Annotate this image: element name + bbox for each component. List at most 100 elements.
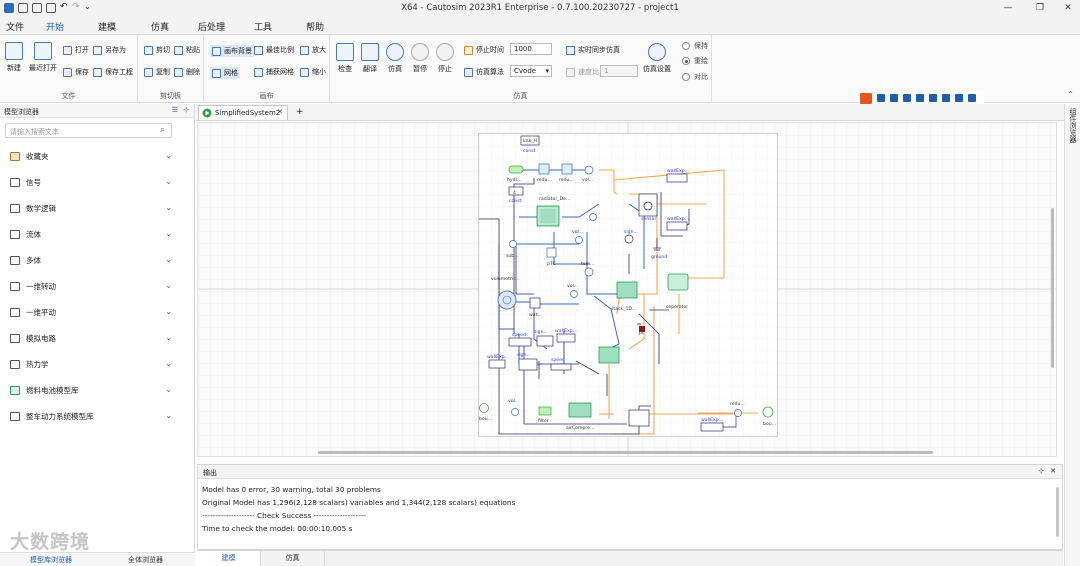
filter-block[interactable] — [538, 406, 552, 416]
document-tab[interactable]: SimplifiedSystem2 ✕ — [198, 105, 288, 120]
pin-icon[interactable]: ⊹ — [1038, 467, 1044, 475]
realtime-sync-button[interactable]: 实时同步仿真 — [566, 45, 620, 55]
library-item-signal[interactable]: 信号 ⌄ — [10, 172, 172, 192]
collapse-ribbon-icon[interactable]: ⌃ — [1067, 90, 1074, 99]
component-browser-tab[interactable]: 组件浏览器 — [1068, 108, 1078, 143]
ime-cn-icon[interactable] — [877, 94, 885, 102]
volume-2[interactable] — [589, 213, 597, 221]
speed-block-2[interactable] — [550, 363, 572, 371]
canvas-vertical-scrollbar[interactable] — [1051, 208, 1054, 368]
menu-modeling[interactable]: 建模 — [98, 20, 116, 33]
pin-icon[interactable]: ⊹ — [183, 106, 189, 114]
ime-keyboard-icon[interactable] — [916, 94, 924, 102]
tab-all-browser[interactable]: 全体浏览器 — [128, 555, 163, 565]
speed-ratio-input[interactable]: 1 — [600, 65, 638, 77]
delete-button[interactable]: 删除 — [174, 67, 200, 77]
save-as-button[interactable]: 另存为 — [93, 45, 126, 55]
library-item-fuelcell[interactable]: 燃料电池模型库 ⌄ — [10, 380, 172, 400]
zoom-in-button[interactable]: 放大 — [300, 45, 326, 55]
new-button[interactable]: 新建 — [5, 42, 23, 73]
reducer-2[interactable] — [561, 163, 573, 175]
stop-button[interactable]: 停止 — [436, 43, 454, 74]
zoom-out-button[interactable]: 缩小 — [300, 67, 326, 77]
close-icon[interactable]: ✕ — [1050, 467, 1056, 475]
search-input[interactable]: 请输入搜索文本 — [5, 123, 172, 138]
stack-1d[interactable] — [616, 281, 638, 299]
minimize-icon[interactable]: — — [996, 2, 1020, 15]
separator[interactable] — [667, 273, 689, 291]
wall-exp-4[interactable] — [488, 359, 506, 369]
menu-tools[interactable]: 工具 — [254, 20, 272, 33]
recent-button[interactable]: 最近打开 — [29, 42, 57, 73]
model-canvas[interactable]: knk_H const hydr... redu... redu... vol.… — [197, 122, 1057, 457]
tab-modeling[interactable]: 建模 — [197, 551, 261, 566]
speed-block-1[interactable] — [508, 337, 532, 347]
sign-block-2[interactable] — [536, 335, 554, 347]
save-project-button[interactable]: 保存工程 — [93, 67, 133, 77]
radiator-de[interactable] — [536, 205, 560, 227]
cut-button[interactable]: 剪切 — [144, 45, 170, 55]
grid-button[interactable]: 网格 — [210, 67, 240, 79]
tab-simulation[interactable]: 仿真 — [261, 551, 325, 566]
keep-radio[interactable]: 保持 — [682, 41, 708, 51]
library-item-favorites[interactable]: 收藏夹 ⌄ — [10, 146, 172, 166]
ime-mic-icon[interactable] — [903, 94, 911, 102]
open-button[interactable]: 打开 — [63, 45, 89, 55]
volumetric-pump[interactable] — [497, 290, 517, 310]
volume-3[interactable] — [575, 236, 583, 244]
library-item-multibody[interactable]: 多体 ⌄ — [10, 250, 172, 270]
const-block-4[interactable] — [508, 186, 524, 196]
simulation-settings-button[interactable]: 仿真设置 — [643, 43, 671, 74]
copy-button[interactable]: 复制 — [144, 67, 170, 77]
ime-toolbox-icon[interactable] — [942, 94, 950, 102]
close-icon[interactable]: ✕ — [1056, 2, 1080, 15]
boundary-2[interactable] — [762, 406, 774, 418]
algorithm-select[interactable]: Cvode ▾ — [510, 65, 552, 77]
simulate-button[interactable]: 仿真 — [386, 43, 404, 74]
library-item-translation[interactable]: 一维平动 ⌄ — [10, 302, 172, 322]
output-scrollbar[interactable] — [1056, 487, 1059, 537]
signal-junction[interactable] — [624, 234, 634, 244]
water-block[interactable] — [529, 297, 541, 309]
hydrogen-source[interactable] — [508, 165, 524, 174]
compare-radio[interactable]: 对比 — [682, 72, 708, 82]
wall-exp-2[interactable] — [666, 221, 688, 231]
humidifier-block[interactable] — [628, 409, 650, 427]
save-button[interactable]: 保存 — [63, 67, 89, 77]
volume-5[interactable] — [511, 408, 519, 416]
sign-block-3[interactable] — [518, 358, 538, 371]
library-item-vehicle[interactable]: 整车动力系统模型库 ⌄ — [10, 406, 172, 426]
wall-exp-5[interactable] — [700, 422, 724, 432]
library-item-math[interactable]: 数学逻辑 ⌄ — [10, 198, 172, 218]
restore-icon[interactable]: ❐ — [1028, 2, 1052, 15]
ime-settings-icon[interactable] — [968, 94, 976, 102]
pause-button[interactable]: 暂停 — [411, 43, 429, 74]
ptc-block[interactable] — [546, 247, 557, 258]
canvas-background-button[interactable]: 画布背景 — [210, 45, 254, 57]
list-view-icon[interactable]: ☰ — [172, 106, 178, 114]
library-item-fluid[interactable]: 流体 ⌄ — [10, 224, 172, 244]
overlay-radio[interactable]: 重绘 — [682, 56, 708, 66]
paste-button[interactable]: 粘贴 — [174, 45, 200, 55]
add-tab-button[interactable]: + — [296, 107, 304, 117]
temperature-sensor[interactable] — [584, 267, 594, 277]
library-item-rotation[interactable]: 一维转动 ⌄ — [10, 276, 172, 296]
ime-punct-icon[interactable] — [890, 94, 898, 102]
menu-postprocess[interactable]: 后处理 — [198, 20, 225, 33]
tab-model-library[interactable]: 模型库浏览器 — [30, 555, 72, 565]
best-fit-button[interactable]: 最佳比例 — [254, 45, 294, 55]
stop-time-input[interactable]: 1000 — [510, 43, 552, 55]
reducer-3[interactable] — [734, 409, 742, 417]
snap-grid-button[interactable]: 捕获网格 — [254, 67, 294, 77]
canvas-horizontal-scrollbar[interactable] — [318, 451, 933, 454]
ime-skin-icon[interactable] — [929, 94, 937, 102]
boundary-1[interactable] — [479, 403, 489, 413]
reducer-1[interactable] — [538, 163, 550, 175]
sub-block[interactable] — [509, 240, 517, 248]
radiator-vertical[interactable] — [598, 346, 620, 364]
library-item-circuit[interactable]: 模拟电路 ⌄ — [10, 328, 172, 348]
wall-exp-1[interactable] — [666, 173, 688, 183]
menu-help[interactable]: 帮助 — [306, 20, 324, 33]
volume-1[interactable] — [584, 165, 594, 175]
check-button[interactable]: 检查 — [336, 43, 354, 74]
